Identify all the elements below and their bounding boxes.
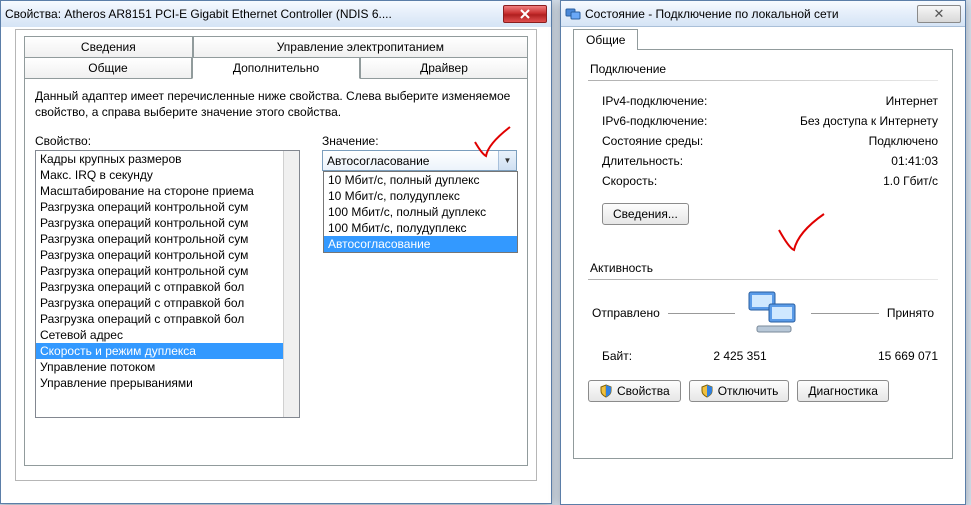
close-icon bbox=[519, 9, 531, 19]
group-activity-title: Активность bbox=[588, 261, 655, 275]
property-list-item[interactable]: Разгрузка операций с отправкой бол bbox=[36, 311, 299, 327]
value-option[interactable]: 100 Мбит/c, полудуплекс bbox=[324, 220, 517, 236]
bytes-sent-value: 2 425 351 bbox=[632, 349, 878, 363]
value-combobox[interactable]: Автосогласование ▼ 10 Мбит/c, полный дуп… bbox=[322, 150, 517, 171]
tab-row-top: Сведения Управление электропитанием bbox=[24, 36, 528, 57]
connection-row: IPv6-подключение: Без доступа к Интернету bbox=[588, 111, 938, 131]
titlebar[interactable]: Свойства: Atheros AR8151 PCI-E Gigabit E… bbox=[1, 1, 551, 27]
row-key: IPv4-подключение: bbox=[602, 94, 707, 108]
close-icon: ✕ bbox=[934, 6, 945, 22]
row-key: Длительность: bbox=[602, 154, 683, 168]
tab-advanced[interactable]: Дополнительно bbox=[192, 57, 360, 79]
row-value: 1.0 Гбит/с bbox=[883, 174, 938, 188]
property-list-item[interactable]: Разгрузка операций контрольной сум bbox=[36, 215, 299, 231]
separator bbox=[588, 80, 938, 81]
value-label: Значение: bbox=[322, 134, 517, 148]
property-list-item[interactable]: Разгрузка операций контрольной сум bbox=[36, 263, 299, 279]
row-key: Скорость: bbox=[602, 174, 657, 188]
value-option[interactable]: Автосогласование bbox=[324, 236, 517, 252]
sent-label: Отправлено bbox=[592, 306, 660, 320]
property-list-item[interactable]: Макс. IRQ в секунду bbox=[36, 167, 299, 183]
property-list-item[interactable]: Кадры крупных размеров bbox=[36, 151, 299, 167]
tab-row-bottom: Общие Дополнительно Драйвер bbox=[24, 57, 528, 78]
value-option[interactable]: 10 Мбит/c, полный дуплекс bbox=[324, 172, 517, 188]
connection-row: IPv4-подключение: Интернет bbox=[588, 91, 938, 111]
shield-icon bbox=[599, 384, 613, 398]
property-list-item[interactable]: Масштабирование на стороне приема bbox=[36, 183, 299, 199]
property-listbox[interactable]: Кадры крупных размеровМакс. IRQ в секунд… bbox=[35, 150, 300, 418]
connection-row: Скорость: 1.0 Гбит/с bbox=[588, 171, 938, 191]
property-list-item[interactable]: Сетевой адрес bbox=[36, 327, 299, 343]
connection-row: Длительность: 01:41:03 bbox=[588, 151, 938, 171]
dialog-body: Сведения Управление электропитанием Общи… bbox=[15, 29, 537, 481]
tab-power-mgmt[interactable]: Управление электропитанием bbox=[193, 36, 528, 57]
value-option[interactable]: 100 Мбит/c, полный дуплекс bbox=[324, 204, 517, 220]
row-value: Подключено bbox=[869, 134, 938, 148]
window-title: Свойства: Atheros AR8151 PCI-E Gigabit E… bbox=[5, 7, 503, 21]
value-option[interactable]: 10 Мбит/c, полудуплекс bbox=[324, 188, 517, 204]
property-label: Свойство: bbox=[35, 134, 300, 148]
property-list-item[interactable]: Разгрузка операций с отправкой бол bbox=[36, 295, 299, 311]
property-list-item[interactable]: Управление прерываниями bbox=[36, 375, 299, 391]
scrollbar[interactable] bbox=[283, 151, 299, 417]
property-list-item[interactable]: Управление потоком bbox=[36, 359, 299, 375]
panel-description: Данный адаптер имеет перечисленные ниже … bbox=[35, 89, 517, 120]
group-connection-title: Подключение bbox=[588, 62, 668, 76]
property-list-item[interactable]: Разгрузка операций контрольной сум bbox=[36, 247, 299, 263]
close-button[interactable]: ✕ bbox=[917, 5, 961, 23]
row-value: Без доступа к Интернету bbox=[800, 114, 938, 128]
value-dropdown[interactable]: 10 Мбит/c, полный дуплекс10 Мбит/c, полу… bbox=[323, 171, 518, 253]
connection-row: Состояние среды: Подключено bbox=[588, 131, 938, 151]
diagnostics-button[interactable]: Диагностика bbox=[797, 380, 889, 402]
shield-icon bbox=[700, 384, 714, 398]
row-key: Состояние среды: bbox=[602, 134, 703, 148]
properties-button[interactable]: Свойства bbox=[588, 380, 681, 402]
property-list-item[interactable]: Разгрузка операций с отправкой бол bbox=[36, 279, 299, 295]
row-value: Интернет bbox=[886, 94, 938, 108]
property-list-item[interactable]: Разгрузка операций контрольной сум bbox=[36, 231, 299, 247]
disable-button[interactable]: Отключить bbox=[689, 380, 790, 402]
property-list-item[interactable]: Разгрузка операций контрольной сум bbox=[36, 199, 299, 215]
separator bbox=[588, 279, 938, 280]
tab-driver[interactable]: Драйвер bbox=[360, 57, 528, 78]
network-icon bbox=[565, 6, 581, 22]
property-list-item[interactable]: Скорость и режим дуплекса bbox=[36, 343, 299, 359]
bytes-label: Байт: bbox=[602, 349, 632, 363]
details-button[interactable]: Сведения... bbox=[602, 203, 689, 225]
activity-row: Отправлено Принято bbox=[588, 290, 938, 336]
titlebar[interactable]: Состояние - Подключение по локальной сет… bbox=[561, 1, 965, 27]
connection-status-window: Состояние - Подключение по локальной сет… bbox=[560, 0, 966, 505]
tab-details[interactable]: Сведения bbox=[24, 36, 193, 57]
row-value: 01:41:03 bbox=[891, 154, 938, 168]
bytes-recv-value: 15 669 071 bbox=[878, 349, 938, 363]
row-key: IPv6-подключение: bbox=[602, 114, 707, 128]
adapter-properties-window: Свойства: Atheros AR8151 PCI-E Gigabit E… bbox=[0, 0, 552, 504]
status-tabs: Общие bbox=[573, 29, 953, 49]
tab-panel-advanced: Данный адаптер имеет перечисленные ниже … bbox=[24, 78, 528, 466]
dialog-body: Общие Подключение IPv4-подключение: Интер… bbox=[573, 29, 953, 459]
tab-general[interactable]: Общие bbox=[573, 29, 638, 50]
status-panel: Подключение IPv4-подключение:ИнтернетIPv… bbox=[573, 49, 953, 459]
bottom-buttons: Свойства Отключить Диагностика bbox=[588, 380, 938, 402]
combobox-arrow[interactable]: ▼ bbox=[498, 151, 516, 170]
tab-general[interactable]: Общие bbox=[24, 57, 192, 78]
close-button[interactable] bbox=[503, 5, 547, 23]
value-selected-text: Автосогласование bbox=[327, 154, 429, 168]
recv-label: Принято bbox=[887, 306, 934, 320]
chevron-down-icon: ▼ bbox=[504, 156, 512, 165]
window-title: Состояние - Подключение по локальной сет… bbox=[585, 7, 917, 21]
computers-icon bbox=[743, 290, 803, 336]
